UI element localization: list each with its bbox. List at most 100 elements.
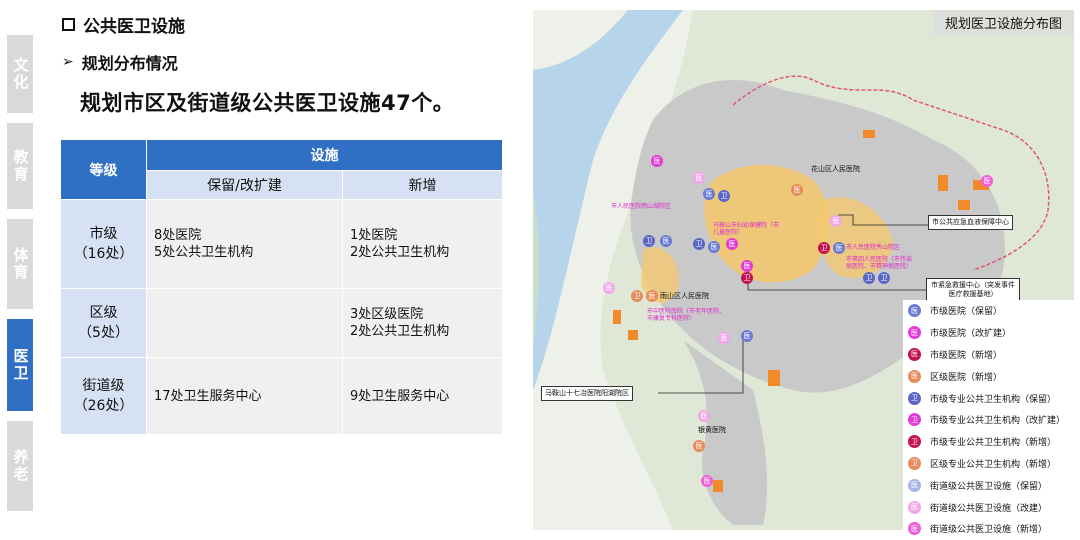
legend-label: 市级专业公共卫生机构（改扩建） bbox=[930, 416, 1066, 427]
map-legend: 医市级医院（保留）医市级医院（改扩建）医市级医院（新增）医区级医院（新增）卫市级… bbox=[903, 300, 1076, 540]
legend-label: 街道级公共医卫设施（保留） bbox=[930, 481, 1048, 492]
map-label-huashan: 花山区人民医院 bbox=[811, 165, 860, 173]
side-tab-culture[interactable]: 文化 bbox=[7, 35, 33, 113]
table-row: 市级 （16处） 8处医院 5处公共卫生机构 1处医院 2处公共卫生机构 bbox=[60, 199, 503, 289]
health-agency-marker[interactable]: 卫 bbox=[818, 242, 830, 254]
public-land bbox=[958, 200, 970, 210]
health-agency-marker[interactable]: 卫 bbox=[718, 190, 730, 202]
health-agency-legend-icon: 卫 bbox=[908, 413, 921, 427]
clinic-marker[interactable]: 医 bbox=[603, 282, 615, 294]
public-land bbox=[768, 370, 780, 386]
row-keep bbox=[146, 288, 343, 358]
clinic-marker[interactable]: 医 bbox=[830, 215, 842, 227]
legend-label: 市级医院（保留） bbox=[930, 307, 1003, 318]
map-label-pl5: 市中医院南院（市老年医院、市康复专科医院） bbox=[647, 308, 726, 322]
hospital-legend-icon: 医 bbox=[908, 369, 921, 383]
district-hospital-marker[interactable]: 医 bbox=[646, 290, 658, 302]
public-land bbox=[938, 175, 948, 191]
legend-item: 医市级医院（改扩建） bbox=[903, 322, 1076, 344]
legend-item: 卫区级专业公共卫生机构（新增） bbox=[903, 453, 1076, 475]
legend-item: 医区级医院（新增） bbox=[903, 365, 1076, 387]
clinic-marker[interactable]: 医 bbox=[701, 475, 713, 487]
section-heading: 公共医卫设施 bbox=[62, 12, 185, 37]
legend-label: 街道级公共医卫设施（改建） bbox=[930, 503, 1048, 514]
header-level: 等级 bbox=[60, 139, 147, 200]
legend-item: 医街道级公共医卫设施（改建） bbox=[903, 496, 1076, 518]
map-label-pl1: 市人民医院雨山湖院区 bbox=[611, 203, 672, 210]
health-agency-legend-icon: 卫 bbox=[908, 456, 921, 470]
header-facility: 设施 bbox=[146, 139, 503, 171]
map-title: 规划医卫设施分布图 bbox=[932, 10, 1074, 35]
side-tab-education[interactable]: 教育 bbox=[7, 123, 33, 209]
hospital-legend-icon: 医 bbox=[908, 522, 921, 536]
hospital-marker[interactable]: 医 bbox=[703, 188, 715, 200]
arrow-bullet-icon: ➢ bbox=[62, 54, 74, 70]
legend-item: 卫市级专业公共卫生机构（保留） bbox=[903, 387, 1076, 409]
health-agency-marker[interactable]: 卫 bbox=[693, 238, 705, 250]
row-new: 3处区级医院 2处公共卫生机构 bbox=[342, 288, 503, 358]
callout-emergency-center: 市公共应急血液保障中心 bbox=[928, 215, 1013, 230]
legend-label: 街道级公共医卫设施（新增） bbox=[930, 525, 1048, 536]
row-keep: 8处医院 5处公共卫生机构 bbox=[146, 199, 343, 289]
table-row: 街道级 （26处） 17处卫生服务中心 9处卫生服务中心 bbox=[60, 357, 503, 435]
row-new: 1处医院 2处公共卫生机构 bbox=[342, 199, 503, 289]
legend-label: 区级医院（新增） bbox=[930, 372, 1003, 383]
hospital-legend-icon: 医 bbox=[908, 478, 921, 492]
map-label-pl4: 市第四人民医院（市传染病医院、市精神病医院） bbox=[846, 256, 913, 270]
callout-first-aid: 市紧急救援中心（突发事件医疗救援基地） bbox=[926, 278, 1020, 302]
clinic-marker[interactable]: 医 bbox=[981, 175, 993, 187]
hospital-marker[interactable]: 医 bbox=[726, 238, 738, 250]
map-label-pl3: 市人民医院秀山院区 bbox=[846, 244, 901, 251]
health-agency-marker[interactable]: 卫 bbox=[863, 272, 875, 284]
callout-maanshan17: 马鞍山十七冶医院阳湖院区 bbox=[541, 386, 633, 401]
header-keep: 保留/改扩建 bbox=[146, 170, 343, 200]
facility-table: 等级 设施 保留/改扩建 新增 市级 （16处） 8处医院 5处公共卫生机构 1处医… bbox=[60, 139, 503, 435]
hospital-marker[interactable]: 医 bbox=[833, 242, 845, 254]
subsection-heading: ➢ 规划分布情况 bbox=[62, 54, 178, 73]
hospital-marker[interactable]: 医 bbox=[741, 260, 753, 272]
legend-item: 卫市级专业公共卫生机构（改扩建） bbox=[903, 409, 1076, 431]
legend-item: 医市级医院（保留） bbox=[903, 300, 1076, 322]
legend-label: 市级医院（改扩建） bbox=[930, 329, 1012, 340]
hospital-marker[interactable]: 医 bbox=[660, 235, 672, 247]
hospital-marker[interactable]: 医 bbox=[708, 241, 720, 253]
legend-item: 医街道级公共医卫设施（保留） bbox=[903, 474, 1076, 496]
header-new: 新增 bbox=[342, 170, 503, 200]
legend-label: 市级医院（新增） bbox=[930, 350, 1003, 361]
public-land bbox=[713, 480, 723, 492]
hospital-legend-icon: 医 bbox=[908, 347, 921, 361]
side-tab-medical[interactable]: 医卫 bbox=[7, 319, 33, 411]
legend-label: 市级专业公共卫生机构（保留） bbox=[930, 394, 1057, 405]
clinic-marker[interactable]: 医 bbox=[718, 332, 730, 344]
row-level: 市级 （16处） bbox=[60, 199, 147, 289]
district-agency-marker[interactable]: 卫 bbox=[631, 290, 643, 302]
health-agency-legend-icon: 卫 bbox=[908, 435, 921, 449]
hospital-legend-icon: 医 bbox=[908, 326, 921, 340]
clinic-marker[interactable]: 医 bbox=[693, 172, 705, 184]
hospital-marker[interactable]: 医 bbox=[651, 155, 663, 167]
clinic-marker[interactable]: 医 bbox=[698, 410, 710, 422]
map-label-yushan: 雨山区人民医院 bbox=[660, 292, 709, 300]
legend-label: 市级专业公共卫生机构（新增） bbox=[930, 438, 1057, 449]
side-tab-sports[interactable]: 体育 bbox=[7, 219, 33, 309]
health-agency-marker[interactable]: 卫 bbox=[741, 272, 753, 284]
map-label-pl2: 马鞍山市妇幼保健院（市儿童医院） bbox=[713, 222, 780, 236]
public-land bbox=[863, 130, 875, 138]
square-bullet-icon bbox=[62, 18, 75, 31]
health-agency-marker[interactable]: 卫 bbox=[643, 235, 655, 247]
public-land bbox=[628, 330, 638, 340]
row-keep: 17处卫生服务中心 bbox=[146, 357, 343, 435]
row-new: 9处卫生服务中心 bbox=[342, 357, 503, 435]
table-row: 区级 （5处） 3处区级医院 2处公共卫生机构 bbox=[60, 288, 503, 358]
district-hospital-marker[interactable]: 医 bbox=[791, 184, 803, 196]
hospital-marker[interactable]: 医 bbox=[741, 330, 753, 342]
legend-label: 区级专业公共卫生机构（新增） bbox=[930, 459, 1057, 470]
legend-item: 医市级医院（新增） bbox=[903, 344, 1076, 366]
row-level: 区级 （5处） bbox=[60, 288, 147, 358]
health-agency-marker[interactable]: 卫 bbox=[878, 272, 890, 284]
legend-item: 医街道级公共医卫设施（新增） bbox=[903, 518, 1076, 540]
district-hospital-marker[interactable]: 医 bbox=[693, 440, 705, 452]
summary-text: 规划市区及街道级公共医卫设施47个。 bbox=[80, 91, 455, 115]
side-tab-elderly[interactable]: 养老 bbox=[7, 421, 33, 511]
row-level: 街道级 （26处） bbox=[60, 357, 147, 435]
